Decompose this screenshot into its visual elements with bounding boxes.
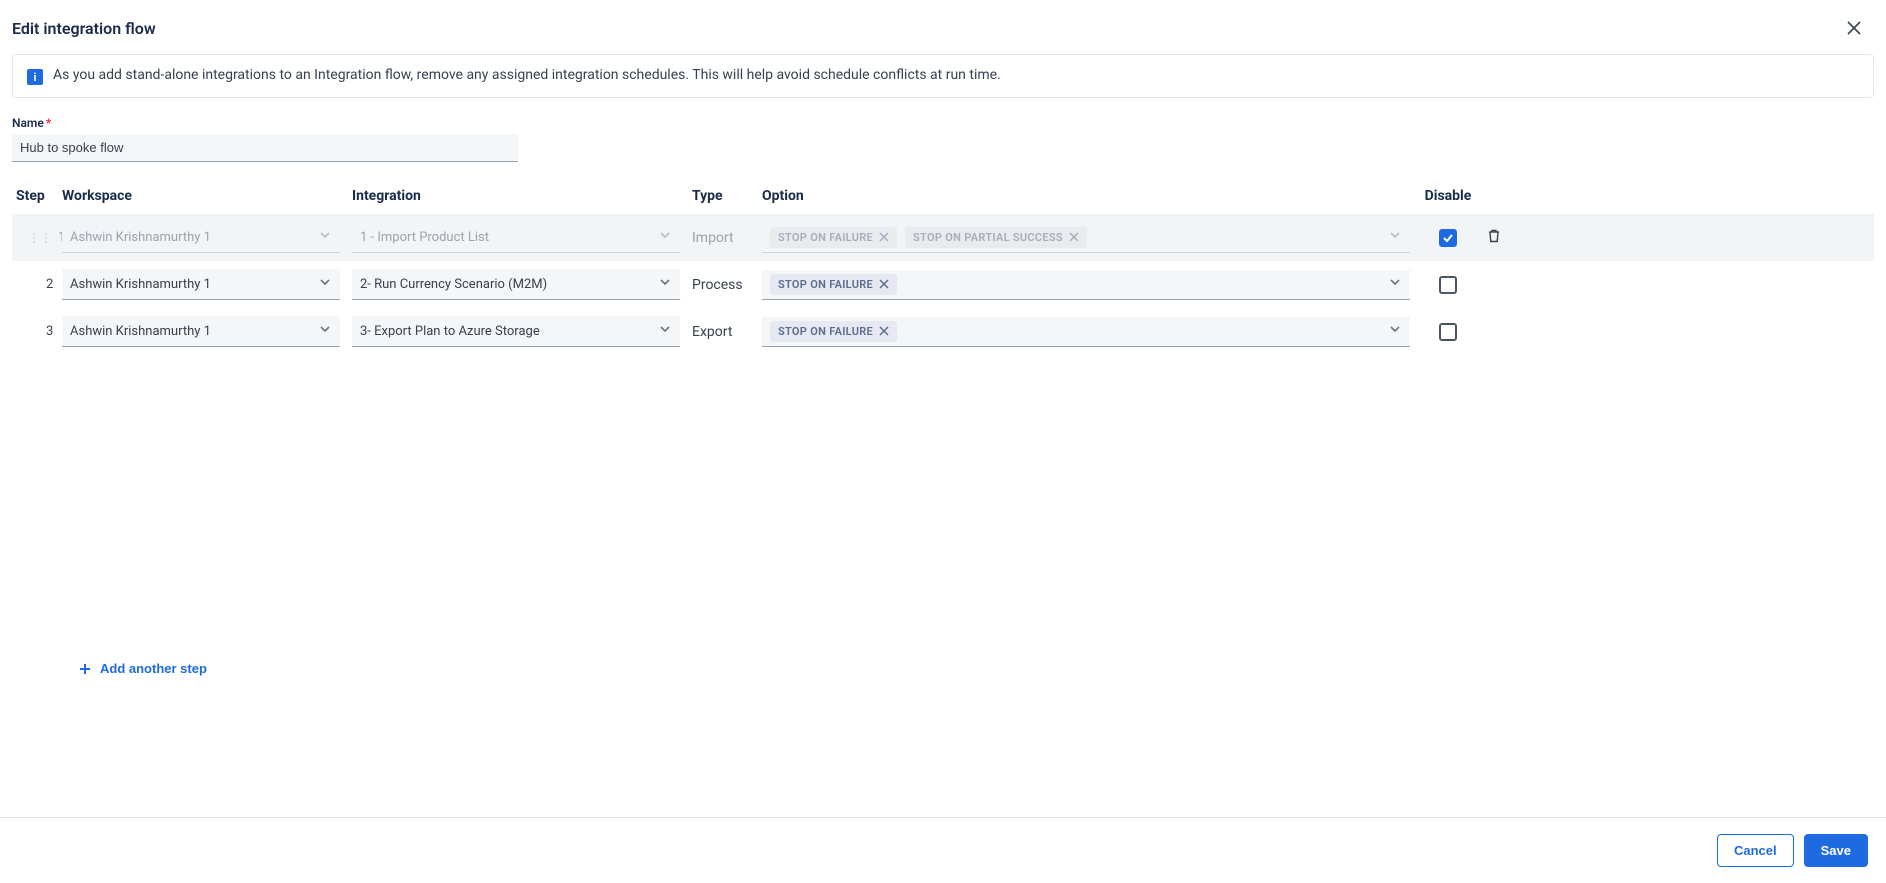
step-row: ⋮⋮ 1 Ashwin Krishnamurthy 1 1 - Import P… [12, 214, 1874, 261]
col-header-disable: Disable [1422, 188, 1474, 204]
chevron-down-icon [318, 275, 332, 293]
step-number-cell: 2 [16, 277, 62, 292]
close-icon [1844, 18, 1864, 38]
info-icon: i [27, 69, 43, 85]
steps-header-row: Step Workspace Integration Type Option D… [12, 180, 1874, 214]
option-tag: STOP ON PARTIAL SUCCESS [905, 227, 1087, 248]
edit-integration-flow-modal: Edit integration flow i As you add stand… [0, 0, 1886, 883]
tag-remove-icon[interactable] [879, 279, 889, 289]
step-number-cell: 3 [16, 324, 62, 339]
option-select[interactable]: STOP ON FAILURE [762, 270, 1410, 300]
drag-handle-icon[interactable]: ⋮⋮ [28, 232, 52, 244]
option-tag: STOP ON FAILURE [770, 274, 897, 295]
chevron-down-icon [1388, 322, 1402, 340]
modal-header: Edit integration flow [0, 0, 1886, 54]
name-field-label: Name* [12, 116, 1874, 130]
chevron-down-icon [658, 275, 672, 293]
type-cell: Process [692, 277, 762, 293]
chevron-down-icon [658, 228, 672, 246]
workspace-select[interactable]: Ashwin Krishnamurthy 1 [62, 222, 340, 253]
col-header-step: Step [16, 188, 62, 204]
tag-remove-icon[interactable] [879, 326, 889, 336]
tag-remove-icon[interactable] [879, 232, 889, 242]
integration-select[interactable]: 3- Export Plan to Azure Storage [352, 316, 680, 347]
step-row: 3 Ashwin Krishnamurthy 1 3- Export Plan … [12, 308, 1874, 355]
col-header-type: Type [692, 188, 762, 204]
name-input[interactable] [12, 134, 518, 162]
plus-icon [78, 662, 92, 676]
option-tag: STOP ON FAILURE [770, 227, 897, 248]
type-cell: Export [692, 324, 762, 340]
close-button[interactable] [1840, 14, 1868, 42]
chevron-down-icon [658, 322, 672, 340]
col-header-workspace: Workspace [62, 188, 352, 204]
workspace-select[interactable]: Ashwin Krishnamurthy 1 [62, 269, 340, 300]
col-header-integration: Integration [352, 188, 692, 204]
add-step-button[interactable]: Add another step [74, 655, 211, 682]
info-banner-text: As you add stand-alone integrations to a… [53, 67, 1001, 83]
step-row: 2 Ashwin Krishnamurthy 1 2- Run Currency… [12, 261, 1874, 308]
chevron-down-icon [318, 322, 332, 340]
workspace-select[interactable]: Ashwin Krishnamurthy 1 [62, 316, 340, 347]
modal-footer: Cancel Save [0, 817, 1886, 883]
step-number-cell: ⋮⋮ 1 [16, 230, 62, 245]
required-star: * [46, 116, 51, 130]
option-tag: STOP ON FAILURE [770, 321, 897, 342]
steps-table: Step Workspace Integration Type Option D… [12, 180, 1874, 355]
option-select[interactable]: STOP ON FAILURE STOP ON PARTIAL SUCCESS [762, 223, 1410, 253]
save-button[interactable]: Save [1804, 834, 1868, 867]
integration-select[interactable]: 1 - Import Product List [352, 222, 680, 253]
integration-select[interactable]: 2- Run Currency Scenario (M2M) [352, 269, 680, 300]
cancel-button[interactable]: Cancel [1717, 834, 1794, 867]
disable-checkbox[interactable] [1439, 276, 1457, 294]
modal-title: Edit integration flow [12, 19, 156, 38]
col-header-option: Option [762, 188, 1422, 204]
disable-checkbox[interactable] [1439, 323, 1457, 341]
type-cell: Import [692, 230, 762, 246]
option-select[interactable]: STOP ON FAILURE [762, 317, 1410, 347]
tag-remove-icon[interactable] [1069, 232, 1079, 242]
modal-body: i As you add stand-alone integrations to… [0, 54, 1886, 817]
chevron-down-icon [1388, 275, 1402, 293]
disable-checkbox[interactable] [1439, 229, 1457, 247]
delete-step-button[interactable] [1482, 224, 1506, 251]
trash-icon [1486, 228, 1502, 247]
info-banner: i As you add stand-alone integrations to… [12, 54, 1874, 98]
chevron-down-icon [1388, 228, 1402, 246]
chevron-down-icon [318, 228, 332, 246]
